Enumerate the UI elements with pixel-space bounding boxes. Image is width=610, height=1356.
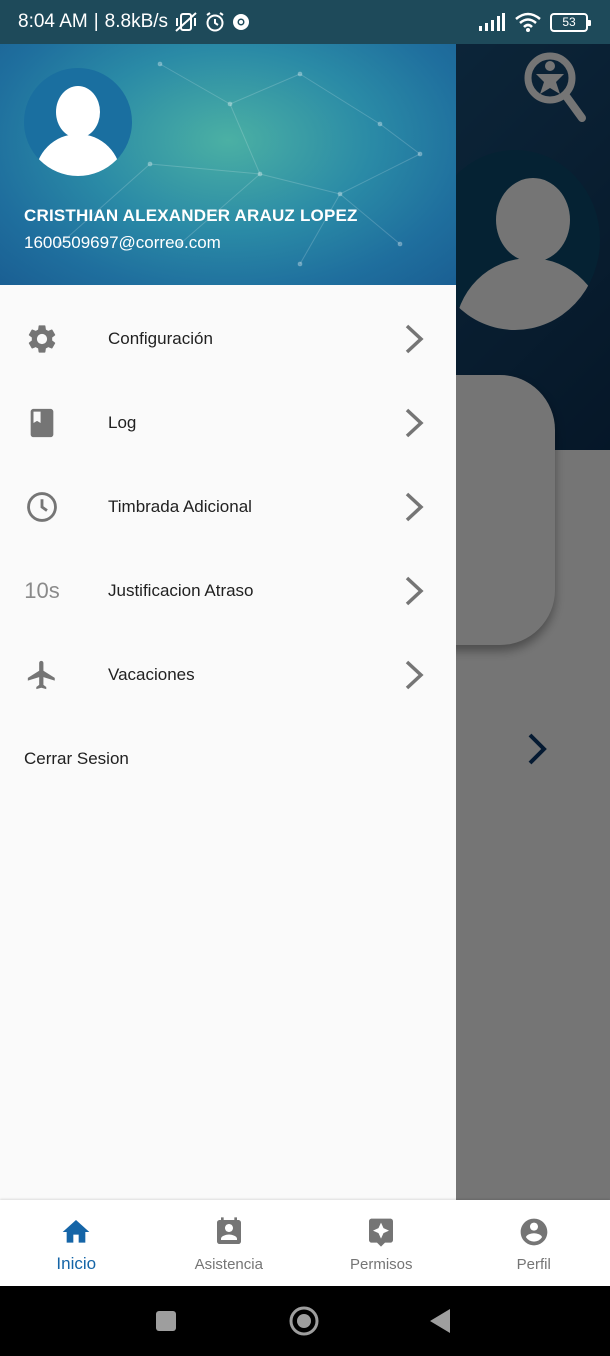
sparkle-tag-icon [369, 1218, 394, 1247]
drawer-menu: Configuración Log Timbrada Adicional 10s… [0, 297, 456, 717]
menu-item-label: Timbrada Adicional [108, 497, 252, 516]
wifi-icon [515, 12, 541, 32]
book-icon [22, 405, 62, 441]
chevron-right-icon [405, 576, 424, 606]
nav-tab-permisos[interactable]: Permisos [305, 1200, 458, 1286]
signal-icon [479, 13, 505, 31]
system-navigation-bar [0, 1286, 610, 1356]
square-icon [156, 1311, 176, 1331]
user-name: CRISTHIAN ALEXANDER ARAUZ LOPEZ [24, 206, 358, 225]
navigation-drawer: CRISTHIAN ALEXANDER ARAUZ LOPEZ 16005096… [0, 44, 456, 1200]
chevron-right-icon [405, 408, 424, 438]
menu-item-log[interactable]: Log [0, 381, 456, 465]
nav-tab-inicio[interactable]: Inicio [0, 1200, 153, 1286]
contact-calendar-icon [216, 1217, 241, 1244]
battery-level: 53 [562, 15, 576, 29]
ten-seconds-icon: 10s [24, 578, 60, 603]
menu-item-vacaciones[interactable]: Vacaciones [0, 633, 456, 717]
menu-item-label: Configuración [108, 329, 213, 348]
chrome-icon [233, 14, 250, 30]
menu-item-label: Log [108, 413, 137, 432]
home-icon [62, 1220, 90, 1243]
home-button[interactable] [274, 1286, 334, 1356]
circle-home-icon [289, 1306, 319, 1336]
triangle-back-icon [430, 1309, 450, 1333]
nav-tab-label: Asistencia [194, 1256, 263, 1273]
menu-item-justificacion-atraso[interactable]: 10s Justificacion Atraso [0, 549, 456, 633]
logout-button[interactable]: Cerrar Sesion [24, 749, 129, 769]
status-time: 8:04 AM [18, 11, 88, 32]
bottom-navigation: Inicio Asistencia Permisos Perfil [0, 1200, 610, 1286]
nav-tab-label: Inicio [56, 1254, 97, 1273]
clock-icon [22, 489, 62, 525]
gear-icon [22, 321, 62, 357]
user-email: 1600509697@correo.com [24, 233, 221, 252]
nav-tab-asistencia[interactable]: Asistencia [153, 1200, 306, 1286]
nav-tab-label: Perfil [516, 1256, 551, 1273]
avatar[interactable] [24, 68, 132, 176]
drawer-header: CRISTHIAN ALEXANDER ARAUZ LOPEZ 16005096… [0, 44, 456, 285]
back-button[interactable] [410, 1286, 470, 1356]
airplane-icon [22, 657, 62, 693]
muted-vibrate-icon [175, 12, 197, 32]
network-speed: 8.8kB/s [104, 11, 169, 32]
battery-icon: 53 [550, 12, 591, 32]
menu-item-label: Justificacion Atraso [108, 581, 254, 600]
menu-item-label: Vacaciones [108, 665, 195, 684]
chevron-right-icon [405, 492, 424, 522]
alarm-icon [206, 12, 224, 32]
menu-item-timbrada-adicional[interactable]: Timbrada Adicional [0, 465, 456, 549]
menu-item-configuracion[interactable]: Configuración [0, 297, 456, 381]
status-bar: 8:04 AM | 8.8kB/s 53 [0, 0, 610, 44]
nav-tab-perfil[interactable]: Perfil [458, 1200, 610, 1286]
recents-button[interactable] [136, 1286, 196, 1356]
chevron-right-icon [405, 660, 424, 690]
chevron-right-icon [405, 324, 424, 354]
nav-tab-label: Permisos [349, 1256, 413, 1273]
account-circle-icon [520, 1218, 548, 1246]
